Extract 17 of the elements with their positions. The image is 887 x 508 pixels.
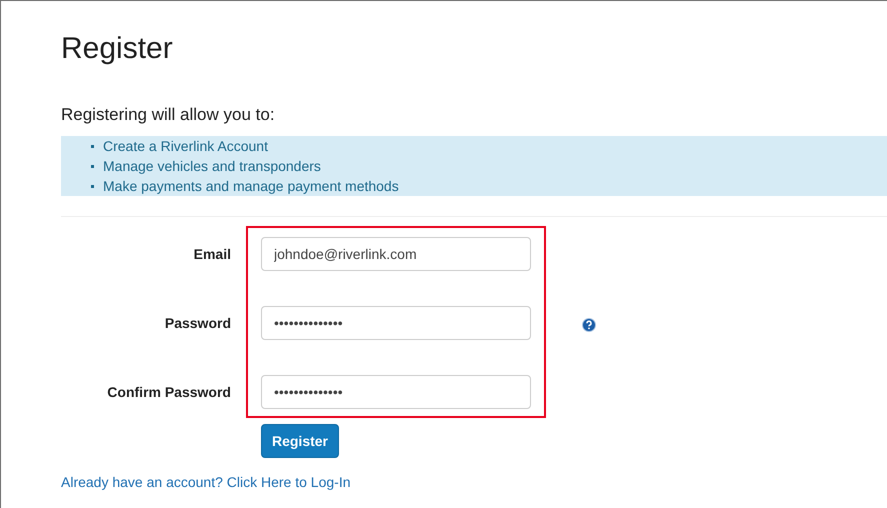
bullet-icon xyxy=(91,184,94,188)
benefit-text: Manage vehicles and transponders xyxy=(103,158,321,174)
benefit-text: Make payments and manage payment methods xyxy=(103,178,399,194)
email-field[interactable]: johndoe@riverlink.com xyxy=(261,237,531,271)
field-label: Password xyxy=(164,314,231,332)
help-icon[interactable] xyxy=(582,318,596,332)
password-field[interactable]: •••••••••••••• xyxy=(261,375,531,409)
intro-text: Registering will allow you to: xyxy=(61,104,275,126)
field-label: Email xyxy=(194,246,231,262)
benefit-text: Create a Riverlink Account xyxy=(103,138,268,154)
password-field[interactable]: •••••••••••••• xyxy=(261,306,531,340)
login-link[interactable]: Already have an account? Click Here to Log-In xyxy=(61,474,350,490)
register-button[interactable]: Register xyxy=(261,424,339,458)
bullet-icon xyxy=(91,164,94,168)
bullet-icon xyxy=(91,144,94,148)
field-label: Confirm Password xyxy=(107,384,231,400)
page-title: Register xyxy=(61,31,173,67)
